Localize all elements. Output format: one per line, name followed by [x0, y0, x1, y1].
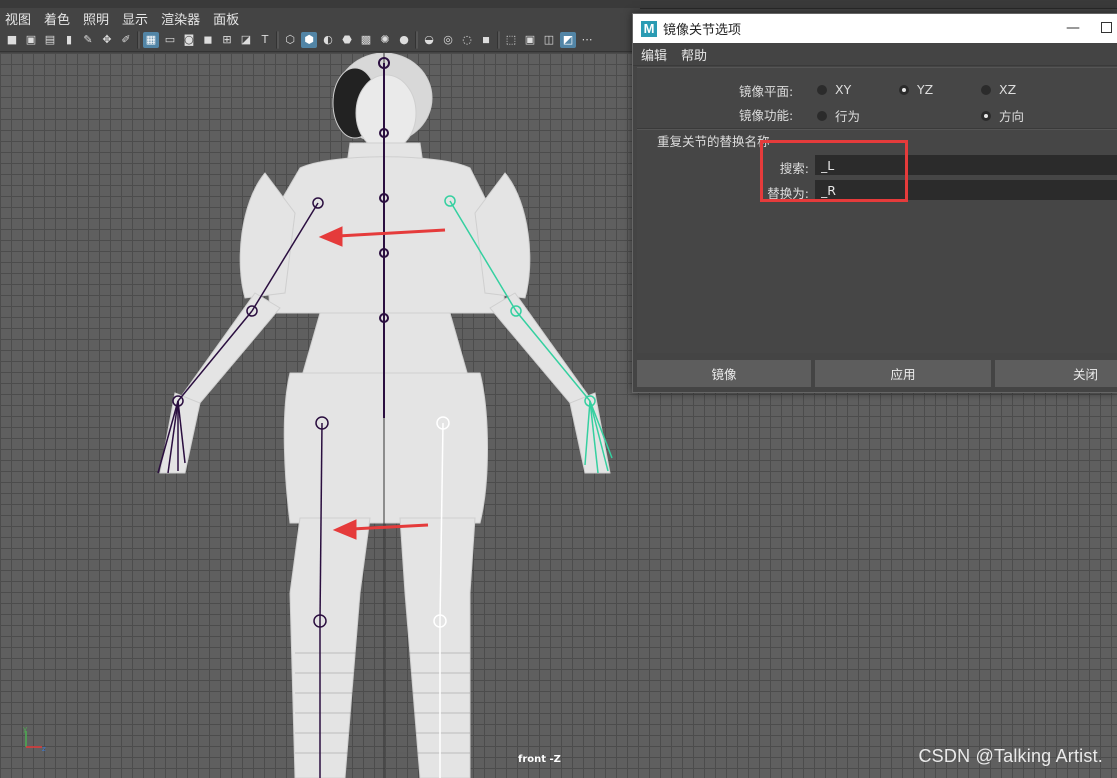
dialog-menu-edit[interactable]: 编辑 [641, 45, 667, 64]
dialog-menu-help[interactable]: 帮助 [681, 45, 707, 64]
lights-icon[interactable]: ✺ [377, 32, 393, 48]
radio-function-behavior[interactable]: 行为 [817, 106, 860, 125]
film-gate-icon[interactable]: ▭ [162, 32, 178, 48]
textured-icon[interactable]: ⬣ [339, 32, 355, 48]
maximize-icon[interactable] [1101, 22, 1112, 33]
shadows-icon[interactable]: ● [396, 32, 412, 48]
xray-joints-icon[interactable]: ◫ [541, 32, 557, 48]
menu-view[interactable]: 视图 [0, 9, 39, 28]
wireframe-icon[interactable]: ⬡ [282, 32, 298, 48]
grease-pencil-icon[interactable]: ✐ [118, 32, 134, 48]
mirror-function-label: 镜像功能: [739, 108, 794, 123]
anti-alias-icon[interactable]: ◌ [459, 32, 475, 48]
viewport-menubar: 视图 着色 照明 显示 渲染器 面板 [0, 8, 640, 28]
bookmark-icon[interactable]: ▮ [61, 32, 77, 48]
radio-plane-xy[interactable]: XY [817, 82, 851, 97]
depth-of-field-icon[interactable]: ◾ [478, 32, 494, 48]
dialog-menubar: 编辑 帮助 [633, 43, 1117, 66]
camera-icon[interactable]: ■ [4, 32, 20, 48]
annotation-highlight-box [760, 140, 908, 202]
xray-icon[interactable]: ▣ [522, 32, 538, 48]
smooth-shade-icon[interactable]: ⬢ [301, 31, 317, 48]
mirror-plane-label: 镜像平面: [739, 84, 794, 99]
axis-y-label: y [23, 725, 27, 733]
section-divider [637, 128, 1117, 130]
pan-zoom-icon[interactable]: ✥ [99, 32, 115, 48]
radio-dot [981, 84, 991, 95]
viewport-toolbar: ■ ▣ ▤ ▮ ✎ ✥ ✐ ▦ ▭ ◙ ◼ ⊞ ◪ T ⬡ ⬢ ◐ ⬣ ▩ ✺ … [0, 28, 640, 52]
apply-button[interactable]: 应用 [815, 360, 991, 387]
camera-attr-icon[interactable]: ▣ [23, 32, 39, 48]
maya-logo-icon: M [641, 20, 657, 37]
wireframe-on-shaded-icon[interactable]: ◐ [320, 32, 336, 48]
radio-dot [817, 84, 827, 95]
mirror-button[interactable]: 镜像 [637, 360, 811, 387]
dialog-body: 镜像平面: XY YZ XZ 镜像功能: 行为 方向 重复关节的替换名称 搜索:… [637, 67, 1117, 353]
motion-blur-icon[interactable]: ◎ [440, 32, 456, 48]
safe-action-icon[interactable]: ◪ [238, 32, 254, 48]
gate-mask-icon[interactable]: ◼ [200, 32, 216, 48]
watermark: CSDN @Talking Artist. [918, 746, 1103, 766]
radio-dot-selected [899, 84, 909, 95]
checker-icon[interactable]: ▩ [358, 32, 374, 48]
radio-plane-yz[interactable]: YZ [899, 82, 933, 97]
bookmark-camera-icon[interactable]: ▤ [42, 32, 58, 48]
menu-shading[interactable]: 着色 [39, 9, 78, 28]
camera-label: front -Z [518, 754, 561, 765]
more-tools-icon[interactable]: ⋯ [579, 32, 595, 48]
xray-components-icon[interactable]: ◩ [560, 31, 576, 48]
isolate-select-icon[interactable]: ⬚ [503, 32, 519, 48]
dialog-button-row: 镜像 应用 关闭 [637, 360, 1117, 387]
minimize-icon[interactable]: — [1066, 20, 1080, 36]
resolution-gate-icon[interactable]: ◙ [181, 32, 197, 48]
replace-names-section-title: 重复关节的替换名称 [657, 134, 770, 149]
close-button[interactable]: 关闭 [995, 360, 1117, 387]
radio-dot [817, 110, 827, 121]
toolbar-divider [276, 30, 279, 49]
toolbar-divider [415, 30, 418, 49]
ambient-occlusion-icon[interactable]: ◒ [421, 32, 437, 48]
radio-function-orientation[interactable]: 方向 [981, 106, 1024, 125]
toolbar-divider [497, 30, 500, 49]
toolbar-divider [137, 30, 140, 49]
dialog-title: 镜像关节选项 [663, 23, 742, 38]
menu-panels[interactable]: 面板 [208, 9, 247, 28]
menu-renderer[interactable]: 渲染器 [156, 9, 208, 28]
safe-title-icon[interactable]: T [257, 32, 273, 48]
axis-indicator-icon: y z [23, 725, 46, 753]
image-plane-icon[interactable]: ✎ [80, 32, 96, 48]
menu-show[interactable]: 显示 [117, 9, 156, 28]
grid-icon[interactable]: ▦ [143, 31, 159, 48]
axis-z-label: z [42, 745, 46, 753]
mirror-joint-options-dialog: M 镜像关节选项 — 编辑 帮助 镜像平面: XY YZ XZ 镜像功能: 行为… [632, 13, 1117, 393]
radio-plane-xz[interactable]: XZ [981, 82, 1016, 97]
field-chart-icon[interactable]: ⊞ [219, 32, 235, 48]
dialog-titlebar[interactable]: M 镜像关节选项 — [633, 14, 1117, 43]
menu-lighting[interactable]: 照明 [78, 9, 117, 28]
radio-dot-selected [981, 110, 991, 121]
